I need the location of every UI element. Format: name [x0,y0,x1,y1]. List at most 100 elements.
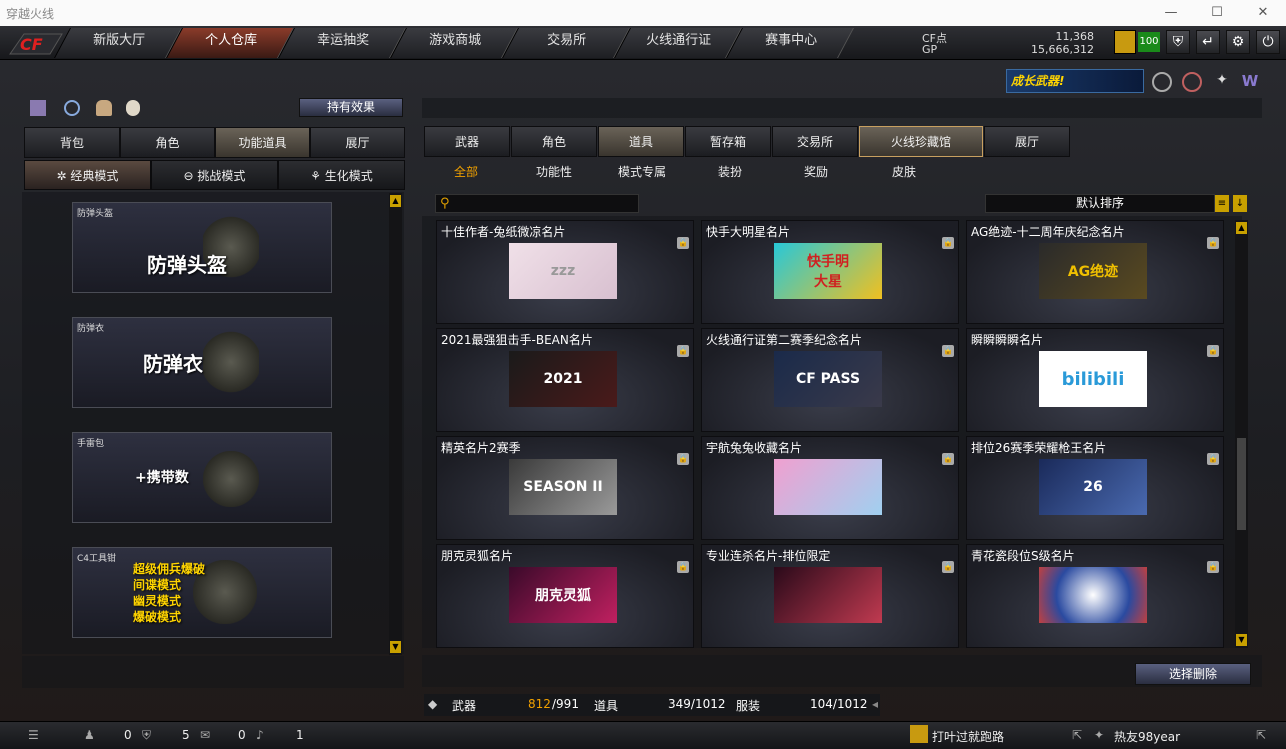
menu-icon[interactable]: ☰ [28,728,39,742]
chat-icon[interactable]: ✉ [200,728,210,742]
right-tab-5[interactable]: 火线珍藏馆 [859,126,983,157]
left-tab-1[interactable]: 角色 [120,127,215,158]
left-tab-3[interactable]: 展厅 [310,127,405,158]
lock-icon[interactable]: 🔒 [677,237,689,249]
card-name: AG绝迹-十二周年庆纪念名片 [971,225,1125,239]
mode-tab-2[interactable]: ⚘ 生化模式 [278,160,405,190]
nav-tab-5[interactable]: 火线通行证 [614,28,742,58]
scroll-up-icon[interactable]: ▲ [390,195,401,207]
card-0[interactable]: 十佳作者-兔纸微凉名片 🔒 zzz [436,220,694,324]
card-10[interactable]: 专业连杀名片-排位限定 🔒 [701,544,959,648]
collapse-icon[interactable]: ◂ [872,697,878,711]
right-tab-0[interactable]: 武器 [424,126,510,157]
gear-icon[interactable]: ⚙ [1226,30,1250,54]
lock-icon[interactable]: 🔒 [1207,561,1219,573]
expand-friend-icon[interactable]: ⇱ [1256,728,1266,742]
lock-icon[interactable]: 🔒 [942,453,954,465]
power-icon[interactable]: ⏻ [1256,30,1280,54]
subtab-1[interactable]: 功能性 [528,160,580,184]
close-icon[interactable]: ✕ [1240,0,1286,26]
lock-icon[interactable]: 🔒 [1207,237,1219,249]
list-view-icon[interactable]: ≡ [1215,195,1229,212]
sort-select[interactable]: 默认排序 [985,194,1215,213]
card-1[interactable]: 快手大明星名片 🔒 快手明 大星 [701,220,959,324]
card-8[interactable]: 排位26赛季荣耀枪王名片 🔒 26 [966,436,1224,540]
right-tab-6[interactable]: 展厅 [984,126,1070,157]
stats-icon[interactable] [30,100,46,116]
lock-icon[interactable]: 🔒 [677,561,689,573]
mode-tab-1[interactable]: ⊖ 挑战模式 [151,160,278,190]
expand-icon[interactable]: ⇱ [1072,728,1082,742]
right-tab-3[interactable]: 暂存箱 [685,126,771,157]
right-tab-4[interactable]: 交易所 [772,126,858,157]
nav-tab-2[interactable]: 幸运抽奖 [278,28,406,58]
cards-scroll-thumb[interactable] [1237,438,1246,530]
card-9[interactable]: 朋克灵狐名片 🔒 朋克灵狐 [436,544,694,648]
nav-tab-label: 新版大厅 [93,33,146,48]
refresh-icon[interactable] [64,100,80,116]
target-icon[interactable] [1182,72,1202,92]
lock-icon[interactable]: 🔒 [677,453,689,465]
card-name: 青花瓷段位S级名片 [971,549,1075,563]
card-3[interactable]: 2021最强狙击手-BEAN名片 🔒 2021 [436,328,694,432]
scroll-down-icon[interactable]: ▼ [390,641,401,653]
person-icon[interactable] [96,100,112,116]
left-item-2[interactable]: 手雷包 +携带数 [72,432,332,523]
lock-icon[interactable]: 🔒 [1207,345,1219,357]
left-tab-2[interactable]: 功能道具 [215,127,310,158]
minimize-icon[interactable]: — [1148,0,1194,26]
card-6[interactable]: 精英名片2赛季 🔒 SEASON II [436,436,694,540]
subtab-3[interactable]: 装扮 [704,160,756,184]
lock-icon[interactable]: 🔒 [677,345,689,357]
w-logo-icon[interactable]: W [1240,72,1260,92]
mouse-icon[interactable] [126,100,140,116]
subtab-5[interactable]: 皮肤 [878,160,930,184]
shield-icon[interactable]: ⛨ [1166,30,1190,54]
speaker-icon[interactable]: ♪ [256,728,264,742]
left-item-0[interactable]: 防弹头盔 防弹头盔 [72,202,332,293]
card-11[interactable]: 青花瓷段位S级名片 🔒 [966,544,1224,648]
search-input[interactable]: ⚲ [435,194,639,213]
exit-room-icon[interactable]: ↵ [1196,30,1220,54]
nav-tab-6[interactable]: 赛事中心 [726,28,854,58]
weapon-banner[interactable]: 成长武器! [1006,69,1144,93]
mode-tab-0[interactable]: ✲ 经典模式 [24,160,151,190]
badge-icon[interactable] [1152,72,1172,92]
card-2[interactable]: AG绝迹-十二周年庆纪念名片 🔒 AG绝迹 [966,220,1224,324]
cards-scroll-up-icon[interactable]: ▲ [1236,222,1247,234]
maximize-icon[interactable]: ☐ [1194,0,1240,26]
news-text[interactable]: 打叶过就跑路 [932,728,1004,745]
lock-icon[interactable]: 🔒 [942,237,954,249]
subtab-0[interactable]: 全部 [440,160,492,184]
lock-icon[interactable]: 🔒 [942,345,954,357]
left-scrollbar[interactable]: ▲ ▼ [389,193,402,655]
card-5[interactable]: 瞬瞬瞬瞬名片 🔒 bilibili [966,328,1224,432]
rank-icon[interactable] [1114,30,1136,54]
right-tab-1[interactable]: 角色 [511,126,597,157]
subtab-4[interactable]: 奖励 [790,160,842,184]
cards-scroll-down-icon[interactable]: ▼ [1236,634,1247,646]
nav-tab-1[interactable]: 个人仓库 [166,28,294,58]
cards-scrollbar[interactable]: ▲ ▼ [1235,220,1248,648]
lock-icon[interactable]: 🔒 [942,561,954,573]
nav-tab-3[interactable]: 游戏商城 [390,28,518,58]
c4-mode-line: 幽灵模式 [133,594,182,608]
card-4[interactable]: 火线通行证第二赛季纪念名片 🔒 CF PASS [701,328,959,432]
count-4: 1 [296,728,304,742]
shield-small-icon[interactable]: ⛨ [142,728,151,743]
subtab-2[interactable]: 模式专属 [616,160,668,184]
left-item-3[interactable]: C4工具钳 超级佣兵爆破 间谍模式 幽灵模式 爆破模式 [72,547,332,638]
card-7[interactable]: 宇航兔兔收藏名片 🔒 [701,436,959,540]
effect-button[interactable]: 持有效果 [299,98,403,117]
sparkle-icon[interactable]: ✦ [1212,72,1232,92]
nav-tab-4[interactable]: 交易所 [502,28,630,58]
group-icon[interactable]: ♟ [84,728,95,742]
lock-icon[interactable]: 🔒 [1207,453,1219,465]
right-tab-2[interactable]: 道具 [598,126,684,157]
delete-selected-button[interactable]: 选择删除 [1135,663,1251,685]
friend-name[interactable]: 热友98year [1114,728,1180,745]
left-item-1[interactable]: 防弹衣 防弹衣 [72,317,332,408]
sort-direction-icon[interactable]: ↓ [1233,195,1247,212]
left-tab-0[interactable]: 背包 [24,127,120,158]
nav-tab-0[interactable]: 新版大厅 [54,28,182,58]
